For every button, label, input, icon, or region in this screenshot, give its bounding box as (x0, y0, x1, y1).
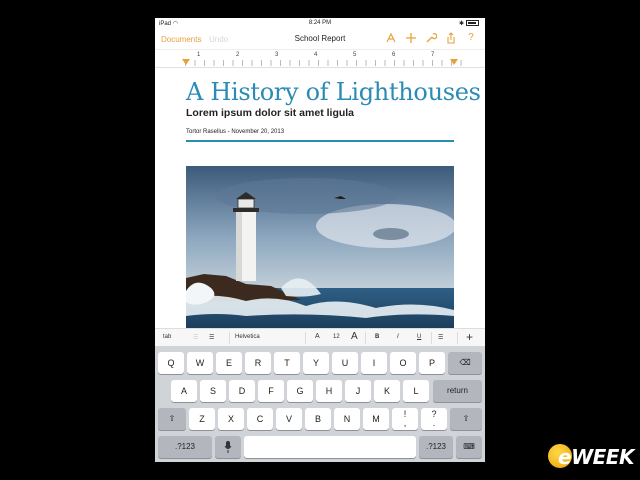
share-icon[interactable] (445, 32, 457, 44)
ruler-number: 6 (392, 52, 396, 58)
key-r[interactable]: R (245, 352, 271, 374)
heading-subtitle[interactable]: Lorem ipsum dolor sit amet ligula (186, 107, 354, 119)
key-bottom-char: . (432, 418, 436, 428)
clock: 8:24 PM (308, 20, 332, 26)
key-w[interactable]: W (187, 352, 213, 374)
key-q[interactable]: Q (158, 352, 184, 374)
key-h[interactable]: H (316, 380, 342, 402)
insert-plus-icon[interactable] (405, 32, 417, 44)
underline-button[interactable]: U (417, 334, 421, 340)
left-margin-marker-icon[interactable] (182, 59, 190, 65)
shift-right-icon[interactable]: ⇧ (450, 408, 482, 430)
add-button[interactable]: + (466, 330, 473, 344)
backspace-icon[interactable]: ⌫ (448, 352, 482, 374)
separator (365, 332, 366, 344)
key-j[interactable]: J (345, 380, 371, 402)
ruler-number: 4 (314, 52, 318, 58)
numbers-right-button[interactable]: .?123 (419, 436, 453, 458)
key-u[interactable]: U (332, 352, 358, 374)
ruler-number: 3 (275, 52, 279, 58)
key-x[interactable]: X (218, 408, 244, 430)
byline[interactable]: Tortor Rasellus - November 20, 2013 (186, 129, 284, 135)
key-d[interactable]: D (229, 380, 255, 402)
nav-bar: Documents Undo School Report ? (155, 29, 485, 49)
ipad-screen: iPad ◠ 8:24 PM ✱ Documents Undo School R… (155, 18, 485, 462)
separator (431, 332, 432, 344)
decrease-size-icon[interactable]: A (315, 333, 320, 340)
logo-text: eWEEK (558, 445, 634, 469)
battery-icon (466, 20, 479, 27)
key-n[interactable]: N (334, 408, 360, 430)
numbers-left-button[interactable]: .?123 (158, 436, 212, 458)
separator (457, 332, 458, 344)
separator (229, 332, 230, 344)
key-o[interactable]: O (390, 352, 416, 374)
separator (305, 332, 306, 344)
divider (186, 140, 454, 142)
ruler-number: 2 (236, 52, 240, 58)
help-icon[interactable]: ? (465, 32, 477, 44)
key-g[interactable]: G (287, 380, 313, 402)
key-l[interactable]: L (403, 380, 429, 402)
eweek-logo: eWEEK (548, 444, 634, 474)
font-name-button[interactable]: Helvetica (235, 334, 260, 340)
keyboard: Q W E R T Y U I O P ⌫ A S D F G H J K L … (155, 346, 485, 462)
key-b[interactable]: B (305, 408, 331, 430)
italic-button[interactable]: I (397, 334, 399, 340)
ruler-number: 5 (353, 52, 357, 58)
key-s[interactable]: S (200, 380, 226, 402)
space-bar[interactable] (244, 436, 416, 458)
ruler-number: 7 (431, 52, 435, 58)
align-left-icon[interactable]: ☰ (438, 334, 443, 341)
key-t[interactable]: T (274, 352, 300, 374)
indent-icon[interactable]: ☰ (209, 334, 214, 341)
key-k[interactable]: K (374, 380, 400, 402)
tab-button[interactable]: tab (163, 334, 171, 340)
key-z[interactable]: Z (189, 408, 215, 430)
lighthouse-image[interactable] (186, 166, 454, 328)
right-margin-marker-icon[interactable] (450, 59, 458, 65)
outdent-icon[interactable]: ☰ (193, 334, 198, 341)
format-bar: tab ☰ ☰ Helvetica A 12 A B I U ☰ + (155, 328, 485, 347)
tools-wrench-icon[interactable] (425, 32, 438, 44)
ruler[interactable]: 1 2 3 4 5 6 7 (155, 49, 485, 68)
increase-size-icon[interactable]: A (351, 331, 358, 342)
ruler-number: 1 (197, 52, 201, 58)
ruler-ticks (185, 60, 465, 66)
key-v[interactable]: V (276, 408, 302, 430)
font-size: 12 (333, 334, 340, 340)
format-paintbrush-icon[interactable] (385, 32, 397, 44)
key-e[interactable]: E (216, 352, 242, 374)
key-c[interactable]: C (247, 408, 273, 430)
status-bar: iPad ◠ 8:24 PM ✱ (155, 18, 485, 29)
key-y[interactable]: Y (303, 352, 329, 374)
bold-button[interactable]: B (375, 334, 379, 340)
key-exclam-comma[interactable]: ! , (392, 408, 418, 430)
bluetooth-icon: ✱ (458, 21, 464, 27)
key-p[interactable]: P (419, 352, 445, 374)
key-i[interactable]: I (361, 352, 387, 374)
key-question-period[interactable]: ? . (421, 408, 447, 430)
shift-left-icon[interactable]: ⇧ (158, 408, 186, 430)
key-m[interactable]: M (363, 408, 389, 430)
key-f[interactable]: F (258, 380, 284, 402)
key-a[interactable]: A (171, 380, 197, 402)
return-button[interactable]: return (433, 380, 482, 402)
hide-keyboard-icon[interactable]: ⌨ (456, 436, 482, 458)
heading-title[interactable]: A History of Lighthouses (186, 78, 481, 106)
battery-area: ✱ (459, 20, 479, 27)
key-bottom-char: , (403, 418, 407, 428)
dictation-mic-icon[interactable] (215, 436, 241, 458)
